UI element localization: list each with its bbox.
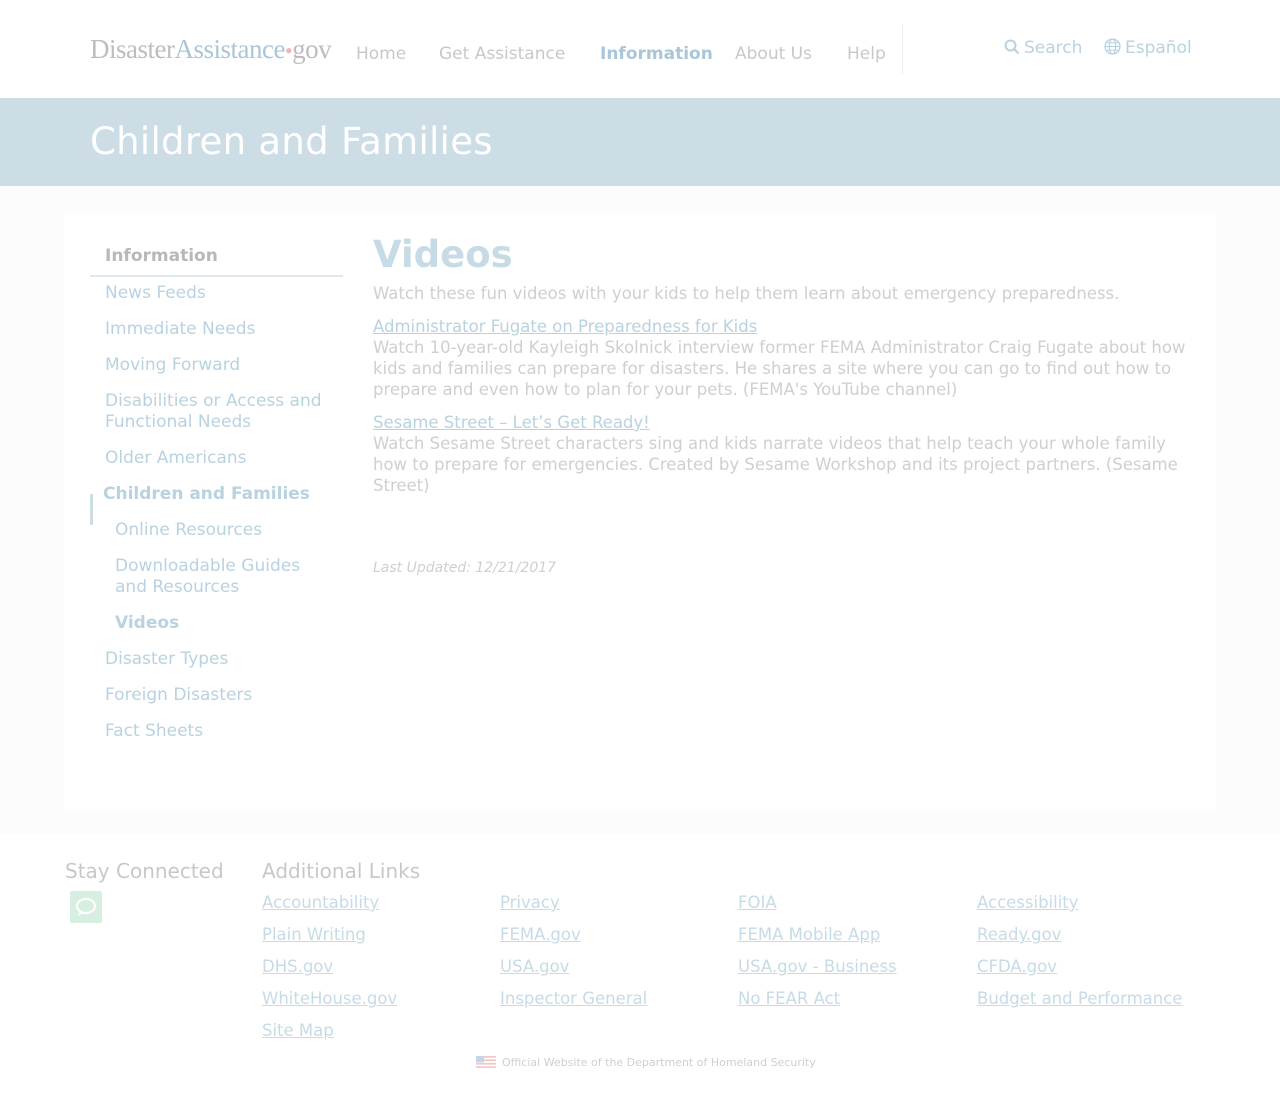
additional-links-heading: Additional Links <box>262 859 421 883</box>
us-flag-icon <box>476 1056 496 1068</box>
footer-link-cfda-gov[interactable]: CFDA.gov <box>977 957 1057 976</box>
stay-connected-heading: Stay Connected <box>65 859 224 883</box>
site-footer: Stay Connected Additional Links Accounta… <box>0 834 1280 1111</box>
video-link-sesame[interactable]: Sesame Street – Let’s Get Ready! <box>373 413 650 432</box>
last-updated: Last Updated: 12/21/2017 <box>373 560 557 576</box>
footer-link-accessibility[interactable]: Accessibility <box>977 893 1079 912</box>
logo-part-disaster: Disaster <box>90 34 175 64</box>
content-title: Videos <box>373 233 513 276</box>
footer-link-usa-gov-business[interactable]: USA.gov - Business <box>738 957 897 976</box>
sidebar-item-immediate-needs[interactable]: Immediate Needs <box>105 319 255 340</box>
nav-divider <box>902 24 903 74</box>
nav-get-assistance[interactable]: Get Assistance <box>439 44 565 64</box>
footer-link-inspector-general[interactable]: Inspector General <box>500 989 647 1008</box>
official-website-note: Official Website of the Department of Ho… <box>476 1056 816 1069</box>
video-item: Administrator Fugate on Preparedness for… <box>373 316 1193 400</box>
language-label: Español <box>1125 38 1192 58</box>
logo-part-assistance: Assistance <box>174 34 285 64</box>
search-link[interactable]: Search <box>1004 38 1082 58</box>
footer-link-site-map[interactable]: Site Map <box>262 1021 334 1040</box>
intro-text: Watch these fun videos with your kids to… <box>373 284 1120 303</box>
sidebar-subitem-online-resources[interactable]: Online Resources <box>115 520 262 541</box>
footer-link-accountability[interactable]: Accountability <box>262 893 379 912</box>
footer-link-privacy[interactable]: Privacy <box>500 893 560 912</box>
nav-about-us[interactable]: About Us <box>735 44 812 64</box>
sidebar-subitem-downloadable-guides[interactable]: Downloadable Guides and Resources <box>115 556 315 598</box>
footer-link-foia[interactable]: FOIA <box>738 893 777 912</box>
footer-link-dhs-gov[interactable]: DHS.gov <box>262 957 333 976</box>
page-title: Children and Families <box>90 120 493 163</box>
footer-link-usa-gov[interactable]: USA.gov <box>500 957 569 976</box>
logo-part-gov: gov <box>292 34 332 64</box>
footer-link-fema-gov[interactable]: FEMA.gov <box>500 925 581 944</box>
search-label: Search <box>1024 38 1083 58</box>
sidebar-item-moving-forward[interactable]: Moving Forward <box>105 355 240 376</box>
sidebar-item-fact-sheets[interactable]: Fact Sheets <box>105 721 203 742</box>
official-text: Official Website of the Department of Ho… <box>502 1056 816 1069</box>
main-area: Information News Feeds Immediate Needs M… <box>0 186 1280 834</box>
sidebar-subitem-videos[interactable]: Videos <box>115 613 179 634</box>
nav-help[interactable]: Help <box>847 44 886 64</box>
globe-icon <box>1104 38 1121 55</box>
video-description: Watch 10-year-old Kayleigh Skolnick inte… <box>373 338 1186 399</box>
video-description: Watch Sesame Street characters sing and … <box>373 434 1178 495</box>
page-banner: Children and Families <box>0 98 1280 186</box>
footer-link-plain-writing[interactable]: Plain Writing <box>262 925 366 944</box>
video-item: Sesame Street – Let’s Get Ready! Watch S… <box>373 412 1193 496</box>
video-link-fugate[interactable]: Administrator Fugate on Preparedness for… <box>373 317 757 336</box>
footer-link-budget-performance[interactable]: Budget and Performance <box>977 989 1182 1008</box>
search-icon <box>1004 39 1020 55</box>
footer-link-whitehouse-gov[interactable]: WhiteHouse.gov <box>262 989 397 1008</box>
nav-information[interactable]: Information <box>600 44 713 64</box>
sidebar-item-older-americans[interactable]: Older Americans <box>105 448 247 469</box>
site-header: DisasterAssistance•gov Home Get Assistan… <box>0 0 1280 98</box>
sidebar-item-foreign-disasters[interactable]: Foreign Disasters <box>105 685 252 706</box>
sidebar-item-disabilities[interactable]: Disabilities or Access and Functional Ne… <box>105 391 330 433</box>
footer-link-no-fear-act[interactable]: No FEAR Act <box>738 989 840 1008</box>
sidebar-item-children-families[interactable]: Children and Families <box>103 484 310 505</box>
site-logo[interactable]: DisasterAssistance•gov <box>90 34 332 65</box>
nav-home[interactable]: Home <box>356 44 406 64</box>
sidebar-heading: Information <box>90 246 343 277</box>
language-link[interactable]: Español <box>1104 38 1192 58</box>
chat-button[interactable] <box>70 891 102 923</box>
chat-icon <box>76 898 96 916</box>
sidebar-item-news-feeds[interactable]: News Feeds <box>105 283 206 304</box>
footer-link-fema-mobile-app[interactable]: FEMA Mobile App <box>738 925 880 944</box>
content-panel: Information News Feeds Immediate Needs M… <box>64 213 1216 811</box>
sidebar-item-disaster-types[interactable]: Disaster Types <box>105 649 228 670</box>
footer-link-ready-gov[interactable]: Ready.gov <box>977 925 1061 944</box>
sidebar-active-indicator <box>90 494 93 525</box>
